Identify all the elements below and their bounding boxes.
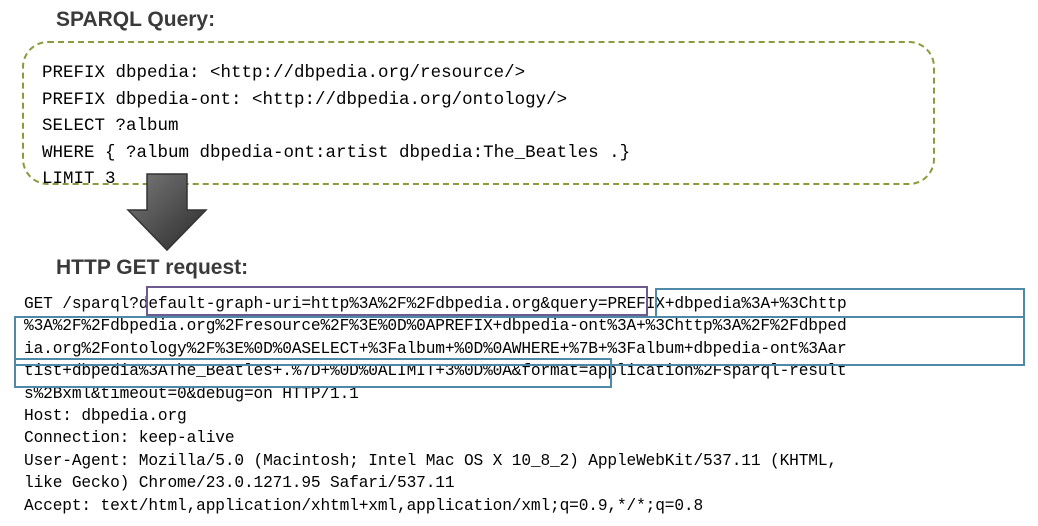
request-line-3: ia.org%2Fontology%2F%3E%0D%0ASELECT+%3Fa…	[24, 339, 847, 358]
request-line-2: %3A%2F%2Fdbpedia.org%2Fresource%2F%3E%0D…	[24, 317, 847, 336]
header-user-agent-continued: like Gecko) Chrome/23.0.1271.95 Safari/5…	[24, 474, 455, 493]
format-param: &format=application%2Fsparql-result	[511, 362, 847, 381]
down-arrow-icon	[126, 173, 208, 252]
request-line-4: tist+dbpedia%3AThe_Beatles+.%7D+%0D%0ALI…	[24, 360, 847, 382]
request-line-1: GET /sparql?default-graph-uri=http%3A%2F…	[24, 293, 847, 315]
request-method-path: GET /sparql	[24, 295, 130, 313]
query-param-part-4: tist+dbpedia%3AThe_Beatles+.%7D+%0D%0ALI…	[24, 362, 512, 381]
header-accept: Accept: text/html,application/xhtml+xml,…	[24, 496, 704, 515]
http-get-request-heading: HTTP GET request:	[56, 256, 249, 279]
request-line-5: s%2Bxml&timeout=0&debug=on HTTP/1.1	[24, 384, 359, 403]
query-line-limit: LIMIT 3	[42, 169, 116, 189]
param-separator: &	[540, 295, 551, 313]
query-line-where: WHERE { ?album dbpedia-ont:artist dbpedi…	[42, 142, 631, 163]
query-line-prefix-dbpedia: PREFIX dbpedia: <http://dbpedia.org/reso…	[42, 63, 526, 83]
query-param-part-1: query=PREFIX+dbpedia%3A+%3Chttp	[550, 295, 847, 313]
sparql-query-heading: SPARQL Query:	[56, 8, 216, 31]
header-connection: Connection: keep-alive	[24, 429, 235, 448]
query-line-select: SELECT ?album	[42, 116, 179, 136]
query-line-prefix-ontology: PREFIX dbpedia-ont: <http://dbpedia.org/…	[42, 89, 568, 110]
header-host: Host: dbpedia.org	[24, 406, 187, 425]
http-request-text: GET /sparql?default-graph-uri=http%3A%2F…	[24, 293, 847, 517]
header-user-agent: User-Agent: Mozilla/5.0 (Macintosh; Inte…	[24, 451, 837, 470]
default-graph-uri-param: ?default-graph-uri=http%3A%2F%2Fdbpedia.…	[129, 295, 541, 313]
